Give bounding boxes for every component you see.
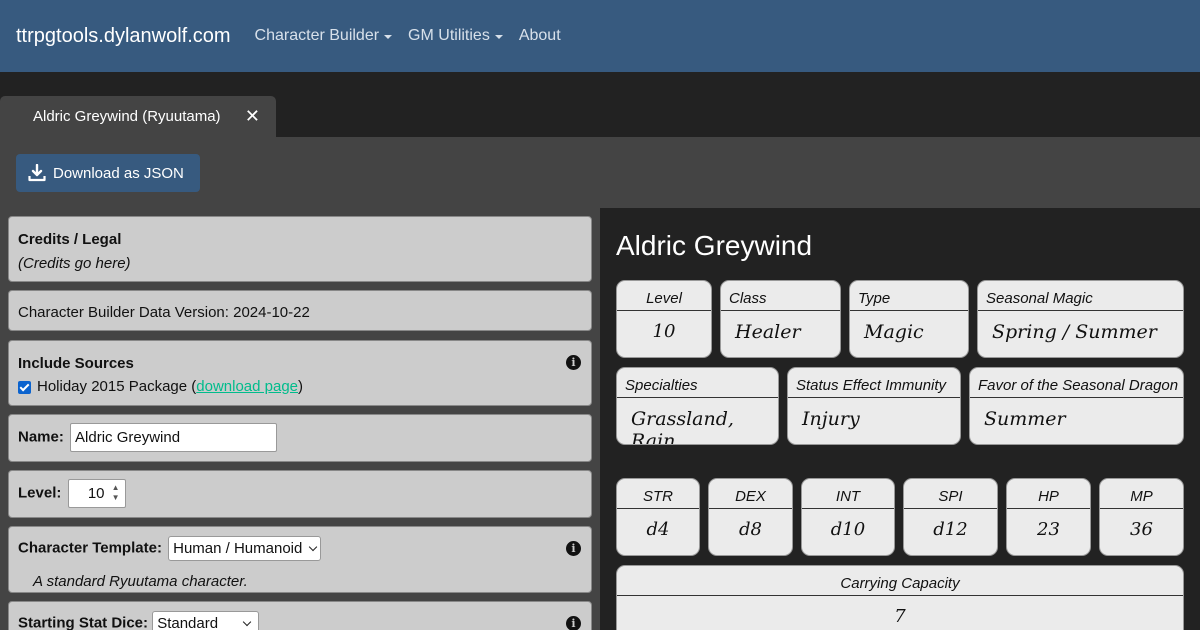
level-box: Level 10 (616, 280, 712, 358)
navbar: ttrpgtools.dylanwolf.com Character Build… (0, 0, 1200, 72)
chevron-down-icon (309, 542, 318, 552)
nav-character-builder[interactable]: Character Builder (255, 27, 393, 45)
stat-mp-box: MP 36 (1099, 478, 1184, 556)
status-immunity-box: Status Effect Immunity Injury (787, 367, 961, 445)
data-version-card: Character Builder Data Version: 2024-10-… (8, 290, 592, 331)
specialties-box: Specialties Grassland, Rain (616, 367, 779, 445)
tab-label: Aldric Greywind (Ryuutama) (33, 108, 221, 125)
tab-strip: Aldric Greywind (Ryuutama) ✕ (0, 72, 1200, 137)
download-page-link[interactable]: download page (196, 378, 298, 395)
source-checkbox[interactable] (18, 380, 31, 394)
name-label: Name: (18, 428, 64, 446)
name-input[interactable]: Aldric Greywind (70, 423, 278, 452)
info-icon[interactable]: i (566, 616, 581, 630)
download-label: Download as JSON (53, 164, 184, 182)
template-description: A standard Ryuutama character. (33, 573, 248, 590)
stat-dice-select[interactable]: Standard (152, 611, 260, 630)
download-icon (28, 164, 46, 182)
close-icon[interactable]: ✕ (245, 106, 260, 126)
credits-title: Credits / Legal (18, 231, 122, 248)
nav-gm-utilities[interactable]: GM Utilities (408, 27, 503, 45)
stat-str-box: STR d4 (616, 478, 700, 556)
class-box: Class Healer (720, 280, 841, 358)
tab-character[interactable]: Aldric Greywind (Ryuutama) ✕ (0, 96, 276, 137)
stat-hp-box: HP 23 (1006, 478, 1091, 556)
sources-card: Include Sources i Holiday 2015 Package (… (8, 340, 592, 406)
spinner-arrows-icon[interactable]: ▲ ▼ (112, 483, 120, 503)
caret-down-icon (384, 35, 393, 39)
template-label: Character Template: (18, 539, 162, 557)
seasonal-magic-box: Seasonal Magic Spring / Summer (977, 280, 1184, 358)
nav-about[interactable]: About (519, 27, 561, 45)
character-name: Aldric Greywind (616, 230, 813, 261)
stat-spi-box: SPI d12 (903, 478, 998, 556)
toolbar: Download as JSON (0, 137, 1200, 208)
credits-card: Credits / Legal (Credits go here) (8, 216, 592, 282)
chevron-down-icon (242, 617, 252, 627)
info-icon[interactable]: i (566, 355, 581, 370)
stat-dice-card: Starting Stat Dice: Standard i (8, 601, 592, 630)
character-sheet: Aldric Greywind Level 10 Class Healer Ty… (600, 208, 1200, 630)
download-json-button[interactable]: Download as JSON (16, 154, 200, 192)
data-version-text: Character Builder Data Version: 2024-10-… (18, 304, 310, 321)
level-card: Level: 10 ▲ ▼ (8, 470, 592, 518)
level-label: Level: (18, 484, 62, 502)
stat-int-box: INT d10 (801, 478, 895, 556)
credits-text: (Credits go here) (18, 255, 131, 272)
builder-panel: Credits / Legal (Credits go here) Charac… (0, 208, 600, 630)
brand-link[interactable]: ttrpgtools.dylanwolf.com (16, 25, 231, 48)
caret-down-icon (494, 35, 503, 39)
template-card: Character Template: Human / Humanoid i A… (8, 526, 592, 593)
type-box: Type Magic (849, 280, 969, 358)
source-item: Holiday 2015 Package (download page) (18, 378, 303, 395)
dragon-favor-box: Favor of the Seasonal Dragon Summer (969, 367, 1184, 445)
name-card: Name: Aldric Greywind (8, 414, 592, 462)
level-stepper[interactable]: 10 ▲ ▼ (67, 479, 126, 508)
stat-dice-label: Starting Stat Dice: (18, 614, 149, 630)
carrying-capacity-box: Carrying Capacity 7 (616, 565, 1184, 630)
sources-title: Include Sources (18, 355, 134, 372)
template-select[interactable]: Human / Humanoid (168, 536, 322, 561)
info-icon[interactable]: i (566, 541, 581, 556)
stat-dex-box: DEX d8 (708, 478, 793, 556)
